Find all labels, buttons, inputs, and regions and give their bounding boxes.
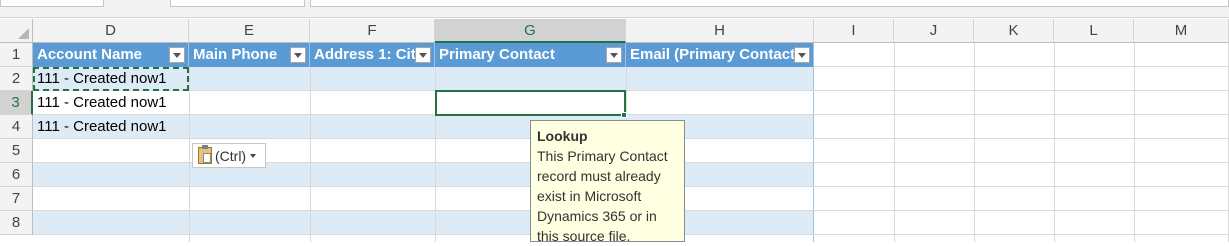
chevron-down-icon xyxy=(250,153,257,158)
row-header-6[interactable]: 6 xyxy=(0,163,33,187)
filter-dropdown-icon[interactable] xyxy=(794,47,810,63)
gridline xyxy=(974,43,975,242)
fill-handle[interactable] xyxy=(621,112,627,118)
column-header-e[interactable]: E xyxy=(189,19,310,43)
table-header-label: Primary Contact xyxy=(439,46,555,63)
row-header-2[interactable]: 2 xyxy=(0,67,33,91)
column-header-m[interactable]: M xyxy=(1134,19,1229,43)
row-header-3[interactable]: 3 xyxy=(0,91,33,115)
column-header-j[interactable]: J xyxy=(894,19,974,43)
name-box[interactable] xyxy=(0,0,104,7)
tooltip-body: This Primary Contact record must already… xyxy=(537,148,668,244)
column-header-k[interactable]: K xyxy=(974,19,1054,43)
gridline xyxy=(894,43,895,242)
formula-bar-strip xyxy=(0,0,1229,18)
gridline xyxy=(33,114,1229,115)
formula-input[interactable] xyxy=(310,0,1229,7)
table-row-band xyxy=(33,163,814,187)
table-header-account-name[interactable]: Account Name xyxy=(33,43,189,67)
column-header-h[interactable]: H xyxy=(626,19,814,43)
table-right-border xyxy=(813,43,814,242)
table-header-label: Email (Primary Contact) xyxy=(630,46,801,63)
cell-d3[interactable]: 111 - Created now1 xyxy=(33,91,189,115)
filter-dropdown-icon[interactable] xyxy=(290,47,306,63)
select-all-button[interactable] xyxy=(0,19,33,43)
column-header-g[interactable]: G xyxy=(435,19,626,43)
cell-d4[interactable]: 111 - Created now1 xyxy=(33,115,189,139)
gridline xyxy=(1134,43,1135,242)
paste-options-label: (Ctrl) xyxy=(215,147,247,164)
row-header-4[interactable]: 4 xyxy=(0,115,33,139)
table-row-band xyxy=(33,187,814,211)
gridline xyxy=(189,43,190,242)
row-header-8[interactable]: 8 xyxy=(0,211,33,235)
gridline xyxy=(310,43,311,242)
column-header-d[interactable]: D xyxy=(33,19,189,43)
filter-dropdown-icon[interactable] xyxy=(415,47,431,63)
active-cell-g3[interactable] xyxy=(435,90,626,116)
column-header-i[interactable]: I xyxy=(814,19,894,43)
lookup-tooltip: Lookup This Primary Contact record must … xyxy=(530,120,685,244)
row-header-5[interactable]: 5 xyxy=(0,139,33,163)
table-header-main-phone[interactable]: Main Phone xyxy=(189,43,310,67)
gridline xyxy=(33,90,1229,91)
filter-dropdown-icon[interactable] xyxy=(169,47,185,63)
table-header-primary-contact[interactable]: Primary Contact xyxy=(435,43,626,67)
column-header-f[interactable]: F xyxy=(310,19,435,43)
formula-bar-controls[interactable] xyxy=(170,0,305,7)
tooltip-title: Lookup xyxy=(537,128,588,144)
table-header-label: Account Name xyxy=(37,46,143,63)
filter-dropdown-icon[interactable] xyxy=(606,47,622,63)
table-row-band xyxy=(33,211,814,235)
gridline xyxy=(435,43,436,242)
column-header-l[interactable]: L xyxy=(1054,19,1134,43)
table-row-band xyxy=(33,139,814,163)
row-header-7[interactable]: 7 xyxy=(0,187,33,211)
clipboard-icon xyxy=(198,145,212,164)
gridline xyxy=(1054,43,1055,242)
copy-marquee xyxy=(33,67,189,91)
table-header-email-primary-contact[interactable]: Email (Primary Contact) xyxy=(626,43,814,67)
table-header-address-city[interactable]: Address 1: City xyxy=(310,43,435,67)
row-header-1[interactable]: 1 xyxy=(0,43,33,67)
paste-options-button[interactable]: (Ctrl) xyxy=(192,143,266,168)
